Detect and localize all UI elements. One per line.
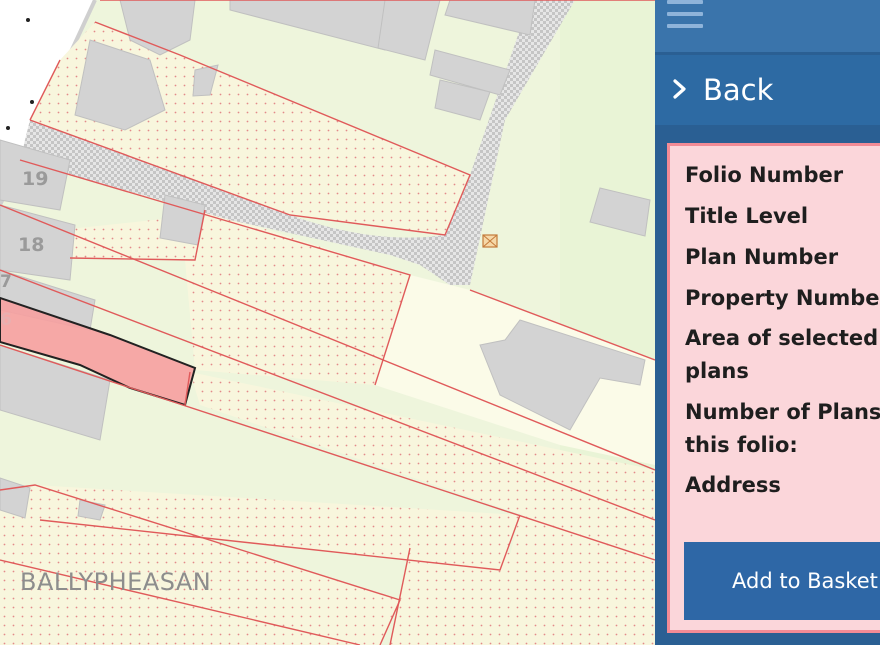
number-of-plans-label: Number of Plans: [685, 400, 880, 424]
panel-header: [655, 0, 880, 52]
area-selected-plans-label: Area of selected: [685, 326, 879, 350]
folio-info-card: Folio Number Title Level Plan Number Pro…: [667, 143, 880, 633]
house-number-label: 6: [0, 310, 12, 330]
area-selected-plans-label-line2: plans: [685, 359, 749, 383]
plan-number-label: Plan Number: [685, 245, 839, 269]
folio-number-label: Folio Number: [685, 163, 844, 187]
house-number-label: 7: [0, 272, 12, 292]
chevron-right-icon: [673, 79, 686, 99]
place-name-label: BALLYPHEASAN: [20, 568, 212, 596]
back-button[interactable]: Back: [655, 55, 880, 125]
map-view[interactable]: 19 18 7 6 BALLYPHEASAN: [0, 0, 655, 645]
property-number-label: Property Number: [685, 286, 880, 310]
add-to-basket-button[interactable]: Add to Basket: [684, 542, 880, 620]
number-of-plans-label-line2: this folio:: [685, 433, 798, 457]
title-level-label: Title Level: [685, 204, 809, 228]
house-number-label: 19: [22, 168, 49, 190]
back-label: Back: [703, 73, 774, 107]
address-label: Address: [685, 473, 781, 497]
road-point: [26, 18, 30, 22]
side-panel: Back Folio Number Title Level Plan Numbe…: [655, 0, 880, 645]
hamburger-menu-icon[interactable]: [667, 0, 703, 34]
house-number-label: 18: [18, 234, 45, 256]
road-point: [30, 100, 34, 104]
road-point: [6, 126, 10, 130]
